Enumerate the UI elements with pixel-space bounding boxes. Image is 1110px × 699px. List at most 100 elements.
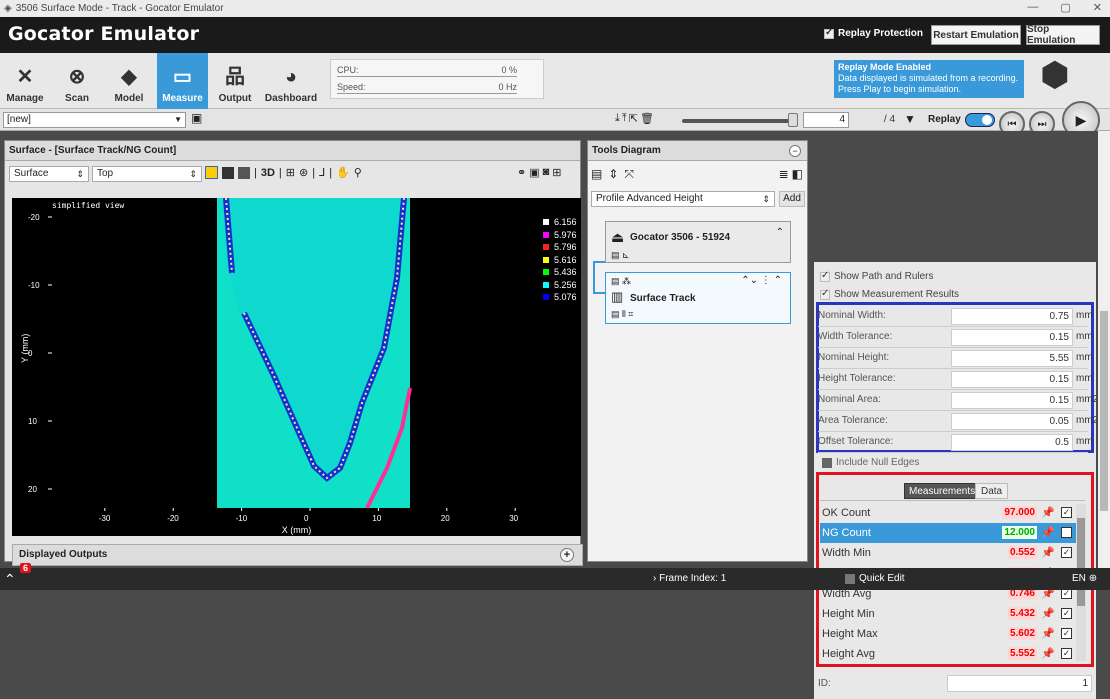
tab-measurements[interactable]: Measurements (904, 483, 981, 499)
pin-icon[interactable]: 📌 (1041, 644, 1055, 664)
enable-checkbox[interactable]: ✓ (1061, 527, 1072, 539)
nav-measure[interactable]: ▭ Measure (157, 53, 208, 109)
properties-scrollbar[interactable] (1098, 131, 1110, 568)
null-edges-checkbox[interactable] (822, 457, 832, 468)
nominal-area-input[interactable]: 0.15 (951, 392, 1073, 409)
add-tool-select[interactable]: Profile Advanced Height ⇕ (591, 191, 775, 207)
replay-toggle[interactable] (965, 113, 995, 127)
nav-manage[interactable]: ✕ Manage (0, 53, 50, 109)
enable-checkbox[interactable]: ✓ (1061, 547, 1072, 559)
filter-icon[interactable]: ▼ (904, 112, 916, 126)
nav-model[interactable]: ◆ Model (104, 53, 154, 109)
pin-icon[interactable]: 📌 (1041, 503, 1055, 523)
measurement-row[interactable]: OK Count 97.000 📌 ✓ (820, 503, 1077, 523)
displayed-outputs-bar[interactable]: Displayed Outputs + (12, 544, 583, 566)
pan-icon[interactable]: ✋ (336, 166, 350, 179)
collapse-icon[interactable]: − (789, 145, 801, 157)
job-select[interactable]: [new] (3, 112, 186, 128)
surface-track-node[interactable]: ▤ ⁂ ⌃⌄ ⋮ ⌃ ▥ Surface Track ▤ ⫴ ⌗ (605, 272, 791, 324)
pin-icon[interactable]: 📌 (1041, 604, 1055, 624)
quick-edit-checkbox[interactable] (845, 573, 855, 584)
overlay-icon[interactable] (238, 166, 250, 179)
heightmap-icon[interactable] (205, 166, 218, 179)
camera-icon[interactable]: ◙ (543, 166, 550, 179)
grid-icon[interactable]: ⊞ (286, 166, 295, 179)
enable-checkbox[interactable]: ✓ (1061, 608, 1072, 619)
expand-up-icon[interactable]: ⌃ (4, 571, 16, 588)
nominal-height-input[interactable]: 5.55 (951, 350, 1073, 367)
enable-checkbox[interactable]: ✓ (1061, 628, 1072, 640)
export-icon[interactable]: ⇱ (629, 112, 638, 125)
properties-scroll-thumb[interactable] (1100, 311, 1108, 511)
show-results-checkbox[interactable] (820, 288, 830, 300)
measurement-row[interactable]: Height Avg 5.552 📌 ✓ (820, 644, 1077, 664)
upload-icon[interactable]: ⤒ (622, 112, 627, 125)
profile-icon[interactable]: ⅃ (319, 166, 325, 179)
layout-icon[interactable]: ▣ (529, 166, 539, 179)
view-direction-select[interactable]: Top ⇕ (92, 166, 202, 182)
enable-checkbox[interactable]: ✓ (1061, 648, 1072, 660)
id-input[interactable]: 1 (947, 675, 1092, 692)
zoom-fit-icon[interactable]: ⊛ (299, 166, 308, 179)
nav-scan[interactable]: ⊗ Scan (52, 53, 102, 109)
view-source-select[interactable]: Surface ⇕ (9, 166, 89, 182)
replay-slider-track[interactable] (682, 119, 792, 123)
add-tool-button[interactable]: Add (779, 191, 805, 207)
nodes-icon[interactable]: ⚭ (517, 166, 526, 179)
nav-dashboard[interactable]: ◕ Dashboard (263, 53, 319, 109)
intensity-icon[interactable] (222, 166, 234, 179)
show-path-checkbox[interactable] (820, 270, 830, 282)
pin-icon[interactable]: 📌 (1041, 624, 1055, 644)
measurement-value: 5.432 (1007, 607, 1037, 620)
quick-edit-option[interactable]: Quick Edit (845, 573, 905, 584)
sensor-node[interactable]: ⏏ Gocator 3506 - 51924 ⌃ ▤ ⊾ (605, 221, 791, 263)
area-tolerance-input[interactable]: 0.05 (951, 413, 1073, 430)
add-output-icon[interactable]: + (560, 548, 574, 562)
width-tolerance-input[interactable]: 0.15 (951, 329, 1073, 346)
nav-output[interactable]: 品 Output (210, 53, 260, 109)
language[interactable]: EN ⊕ (1072, 573, 1097, 584)
minimize-button[interactable]: — (1027, 1, 1038, 14)
maximize-button[interactable]: ▢ (1060, 1, 1070, 14)
width-tolerance-row: Width Tolerance: 0.15 mm (818, 327, 1093, 348)
3d-view-button[interactable]: 3D (261, 167, 275, 179)
collapse-all-icon[interactable]: ⤧ (624, 167, 634, 182)
delete-icon[interactable]: 🗑 (640, 112, 654, 125)
notification-badge[interactable]: 6 (20, 563, 32, 573)
measurement-row[interactable]: Height Min 5.432 📌 ✓ (820, 604, 1077, 624)
split-icon[interactable]: ◧ (792, 167, 803, 181)
save-icon[interactable]: ▣ (191, 111, 202, 125)
table-icon[interactable]: ▤ (591, 167, 602, 182)
frame-input[interactable]: 4 (803, 112, 849, 128)
show-results-option[interactable]: Show Measurement Results (820, 288, 959, 300)
list-icon[interactable]: ≣ (779, 167, 789, 181)
stop-emulation-button[interactable]: Stop Emulation (1026, 24, 1100, 46)
nominal-width-input[interactable]: 0.75 (951, 308, 1073, 325)
replay-protection-toggle[interactable]: Replay Protection (824, 27, 923, 39)
scrollbar-thumb[interactable] (1077, 518, 1085, 606)
pin-icon[interactable]: 📌 (1041, 543, 1055, 563)
tab-data[interactable]: Data (975, 483, 1009, 499)
offset-tolerance-input[interactable]: 0.5 (951, 434, 1073, 451)
area-tolerance-unit: mm2 (1076, 415, 1096, 426)
pin-icon[interactable]: 📌 (1041, 523, 1055, 543)
expand-all-icon[interactable]: ⇕ (608, 167, 618, 182)
zoom-icon[interactable]: ⚲ (354, 166, 362, 179)
measurement-row[interactable]: NG Count 12.000 📌 ✓ (820, 523, 1077, 544)
null-edges-option[interactable]: Include Null Edges (822, 457, 919, 468)
height-tolerance-input[interactable]: 0.15 (951, 371, 1073, 388)
measurement-row[interactable]: Width Min 0.552 📌 ✓ (820, 543, 1077, 563)
expand-icon[interactable]: ⊞ (552, 166, 561, 179)
frame-index-text: Frame Index: 1 (659, 573, 727, 584)
measurement-row[interactable]: Height Max 5.602 📌 ✓ (820, 624, 1077, 644)
node-controls-icon[interactable]: ⌃⌄ ⋮ ⌃ (741, 275, 782, 286)
enable-checkbox[interactable]: ✓ (1061, 507, 1072, 518)
surface-plot[interactable]: simplified view -20 -10 0 10 20 X (mm) Y (mm… (12, 197, 581, 536)
show-path-option[interactable]: Show Path and Rulers (820, 270, 934, 282)
close-button[interactable]: ✕ (1093, 1, 1102, 14)
download-icon[interactable]: ⤓ (615, 112, 620, 125)
restart-emulation-button[interactable]: Restart Emulation (931, 25, 1021, 45)
sensor-expand-icon[interactable]: ⌃ (776, 227, 784, 238)
replay-protection-checkbox[interactable] (824, 27, 834, 39)
replay-slider-handle[interactable] (788, 113, 798, 127)
